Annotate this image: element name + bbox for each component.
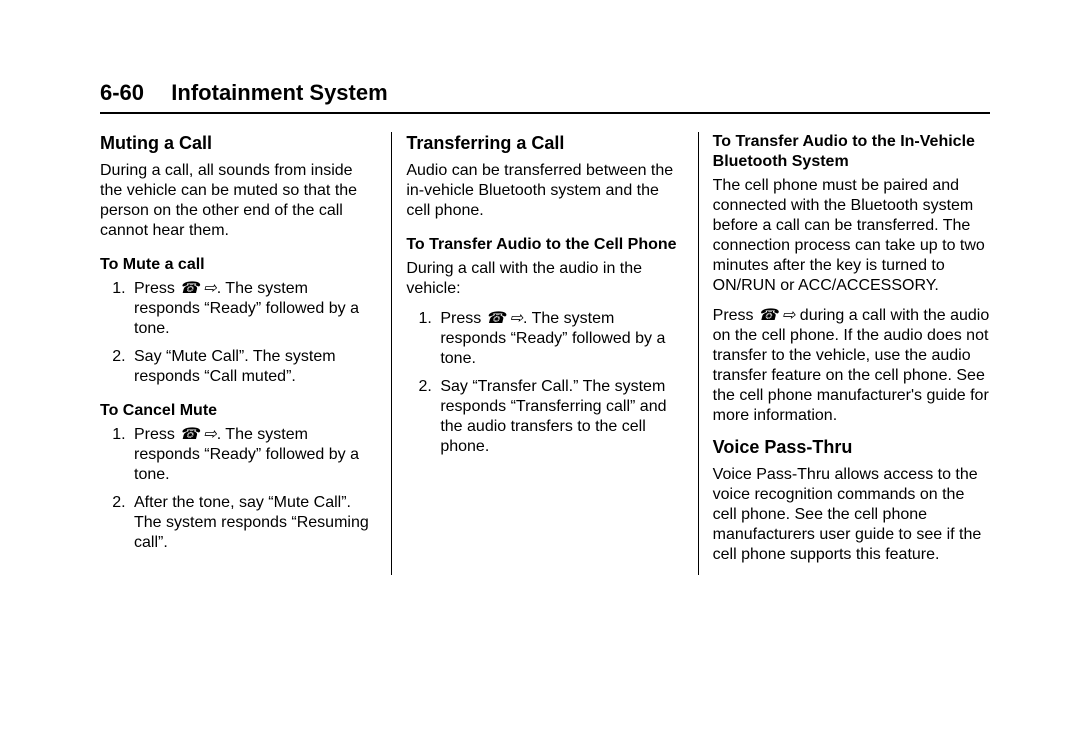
ordered-list: Press ☎ ⇨. The system responds “Ready” f… xyxy=(100,425,377,553)
manual-page: 6-60 Infotainment System Muting a Call D… xyxy=(0,0,1080,615)
list-item: Press ☎ ⇨. The system responds “Ready” f… xyxy=(130,425,377,485)
sub-heading: To Mute a call xyxy=(100,255,377,275)
section-heading: Transferring a Call xyxy=(406,132,683,155)
ordered-list: Press ☎ ⇨. The system responds “Ready” f… xyxy=(100,279,377,387)
sub-heading: To Cancel Mute xyxy=(100,401,377,421)
body-text: During a call, all sounds from inside th… xyxy=(100,161,377,241)
phone-voice-icon: ☎ ⇨ xyxy=(179,426,216,443)
page-number: 6-60 xyxy=(100,80,144,105)
body-text: The cell phone must be paired and connec… xyxy=(713,176,990,296)
list-item: After the tone, say “Mute Call”. The sys… xyxy=(130,493,377,553)
phone-voice-icon: ☎ ⇨ xyxy=(758,307,795,324)
column-1: Muting a Call During a call, all sounds … xyxy=(100,132,391,575)
page-title: Infotainment System xyxy=(171,80,387,105)
ordered-list: Press ☎ ⇨. The system responds “Ready” f… xyxy=(406,309,683,457)
column-3: To Transfer Audio to the In-Vehicle Blue… xyxy=(698,132,990,575)
list-item: Press ☎ ⇨. The system responds “Ready” f… xyxy=(130,279,377,339)
list-item: Say “Transfer Call.” The system responds… xyxy=(436,377,683,457)
phone-voice-icon: ☎ ⇨ xyxy=(179,280,216,297)
phone-voice-icon: ☎ ⇨ xyxy=(486,310,523,327)
section-heading: Muting a Call xyxy=(100,132,377,155)
body-text: Voice Pass-Thru allows access to the voi… xyxy=(713,465,990,565)
body-text: During a call with the audio in the vehi… xyxy=(406,259,683,299)
sub-heading: To Transfer Audio to the In-Vehicle Blue… xyxy=(713,132,990,172)
body-text: Audio can be transferred between the in-… xyxy=(406,161,683,221)
column-2: Transferring a Call Audio can be transfe… xyxy=(391,132,697,575)
sub-heading: To Transfer Audio to the Cell Phone xyxy=(406,235,683,255)
content-columns: Muting a Call During a call, all sounds … xyxy=(100,132,990,575)
page-header: 6-60 Infotainment System xyxy=(100,80,990,114)
section-heading: Voice Pass-Thru xyxy=(713,436,990,459)
list-item: Press ☎ ⇨. The system responds “Ready” f… xyxy=(436,309,683,369)
list-item: Say “Mute Call”. The system responds “Ca… xyxy=(130,347,377,387)
body-text: Press ☎ ⇨ during a call with the audio o… xyxy=(713,306,990,426)
